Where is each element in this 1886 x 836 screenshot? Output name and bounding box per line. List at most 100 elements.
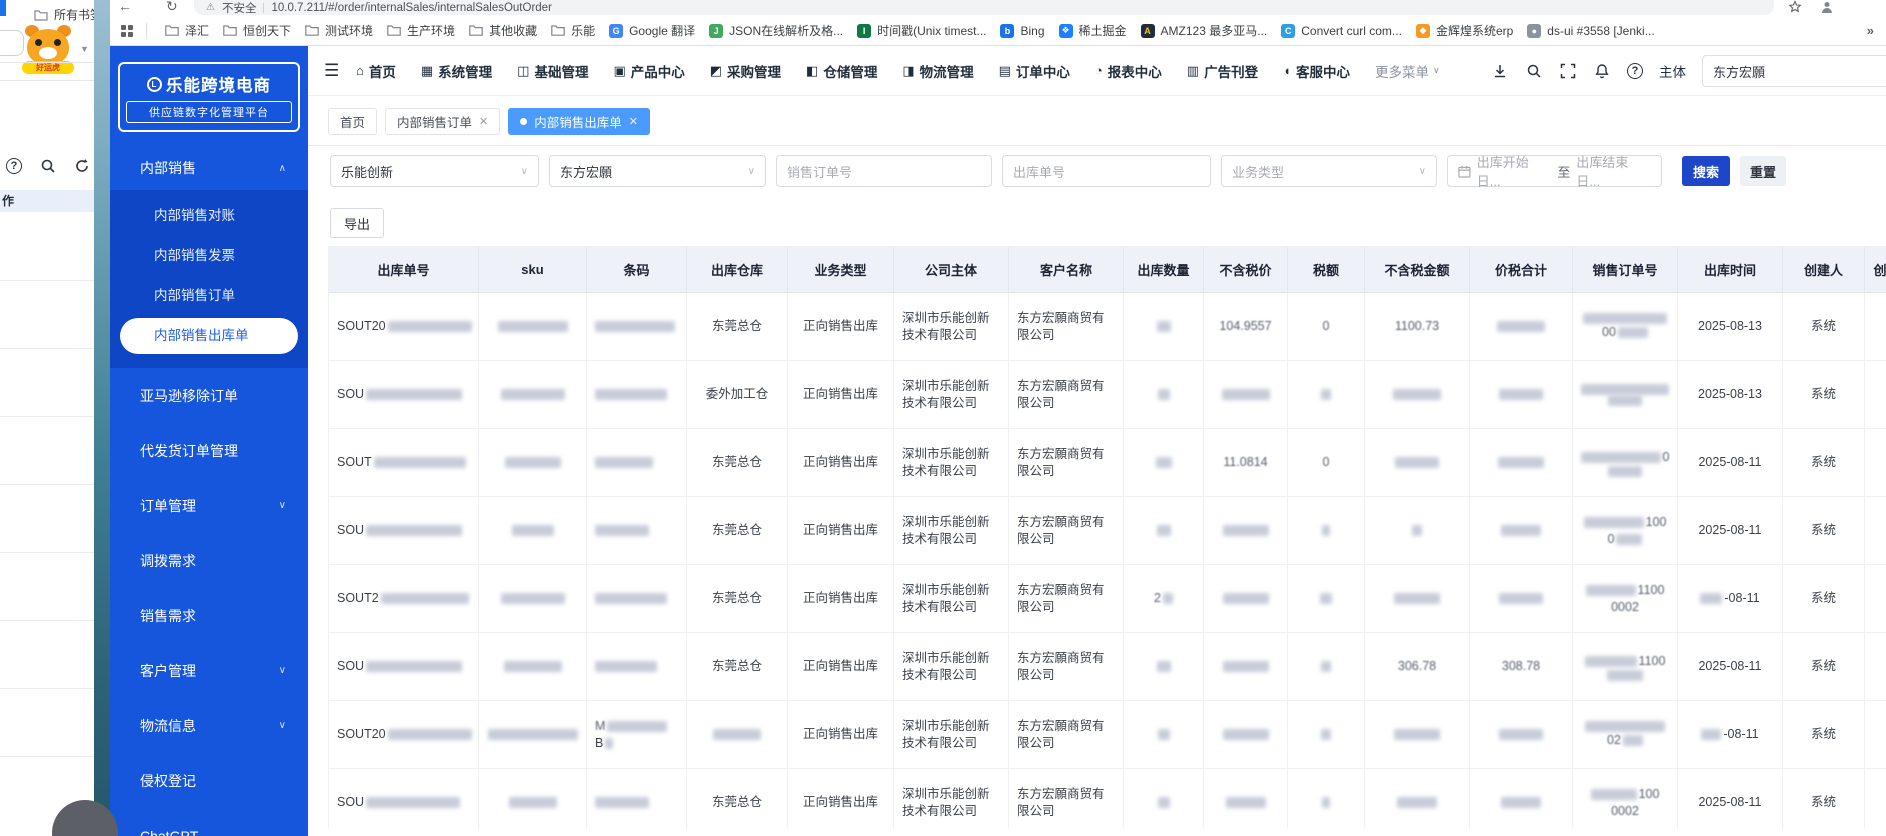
nav-item-报表中心[interactable]: ◔ 报表中心 xyxy=(1095,61,1162,81)
table-cell-comp: 深圳市乐能创新技术有限公司 xyxy=(894,701,1009,769)
sidebar-item-内部销售出库单[interactable]: 内部销售出库单 xyxy=(120,318,298,354)
sidebar-item-销售需求[interactable]: 销售需求 xyxy=(110,588,308,643)
subject-label: 主体 xyxy=(1659,65,1686,80)
refresh-icon[interactable] xyxy=(74,158,90,174)
bookmark-item[interactable]: 生产环境 xyxy=(381,20,461,41)
tab-首页[interactable]: 首页 xyxy=(328,108,378,135)
nav-item-label: 系统管理 xyxy=(438,64,493,80)
bookmark-item[interactable]: G Google 翻译 xyxy=(603,20,701,41)
nav-item-广告刊登[interactable]: ▥ 广告刊登 xyxy=(1187,61,1258,81)
bookmark-item[interactable]: 其他收藏 xyxy=(463,20,543,41)
company-select[interactable]: 乐能创新 ∨ xyxy=(330,155,539,187)
notification-bell-icon[interactable] xyxy=(1593,62,1611,80)
table-row: SOU 东莞总仓 正向销售出库 深圳市乐能创新技术有限公司 东方宏願商贸有限公司 306.… xyxy=(329,633,1886,701)
subject-input[interactable]: 东方宏願 xyxy=(1702,55,1886,87)
nav-item-物流管理[interactable]: ◨ 物流管理 xyxy=(902,61,973,81)
bookmark-item[interactable]: ❖ 稀土掘金 xyxy=(1053,20,1133,41)
table-cell-cust: 东方宏願商贸有限公司 xyxy=(1009,293,1124,361)
sidebar-item-内部销售订单[interactable]: 内部销售订单 xyxy=(110,276,308,316)
sidebar-item-ChatGPT[interactable]: ChatGPT xyxy=(110,808,308,836)
sidebar-item-亚马逊移除订单[interactable]: 亚马逊移除订单 xyxy=(110,368,308,423)
bookmark-item[interactable]: ● ds-ui #3558 [Jenki... xyxy=(1521,22,1660,40)
bookmark-item[interactable]: 乐能 xyxy=(545,20,601,41)
sidebar-group-内部销售[interactable]: 内部销售 ∧ xyxy=(110,146,308,190)
sidebar-item-侵权登记[interactable]: 侵权登记 xyxy=(110,753,308,808)
nav-more-menu[interactable]: 更多菜单 ∨ xyxy=(1375,61,1440,81)
all-bookmarks[interactable]: 所有书签 xyxy=(34,6,96,23)
bookmark-item[interactable]: I 时间戳(Unix timest... xyxy=(851,20,992,41)
collapse-menu-icon[interactable]: ☰ xyxy=(324,61,339,81)
sidebar-item-调拨需求[interactable]: 调拨需求 xyxy=(110,533,308,588)
ads-publish-icon: ▥ xyxy=(1186,62,1200,78)
sidebar-item-订单管理[interactable]: 订单管理 ∨ xyxy=(110,478,308,533)
table-cell-creator: 系统 xyxy=(1783,293,1865,361)
table-cell-biz: 正向销售出库 xyxy=(788,769,894,828)
table-cell-tax: 0 xyxy=(1288,429,1365,497)
filter-bar: 乐能创新 ∨ 东方宏願 ∨ 销售订单号 出库单号 业务类型 ∨ 出库开始日...… xyxy=(330,155,1886,189)
bookmark-item[interactable]: 测试环境 xyxy=(299,20,379,41)
profile-icon[interactable] xyxy=(1820,0,1834,14)
table-cell-so: 100 0002 xyxy=(1573,769,1678,828)
nav-item-采购管理[interactable]: ◩ 采购管理 xyxy=(710,61,781,81)
help-icon[interactable]: ? xyxy=(1627,63,1643,79)
redacted-text xyxy=(595,525,649,536)
nav-item-首页[interactable]: ⌂ 首页 xyxy=(356,61,396,81)
bookmark-item[interactable]: 泽汇 xyxy=(159,20,215,41)
search-icon[interactable] xyxy=(40,158,56,174)
nav-item-仓储管理[interactable]: ◧ 仓储管理 xyxy=(806,61,877,81)
folder-icon xyxy=(551,25,565,36)
date-range-picker[interactable]: 出库开始日... 至 出库结束日... xyxy=(1447,155,1662,189)
table-cell-sku xyxy=(479,701,587,769)
nav-item-订单中心[interactable]: ▤ 订单中心 xyxy=(999,61,1070,81)
fullscreen-icon[interactable] xyxy=(1559,62,1577,80)
nav-item-系统管理[interactable]: ▦ 系统管理 xyxy=(421,61,492,81)
close-icon[interactable]: ✕ xyxy=(629,115,638,128)
sales-order-input[interactable]: 销售订单号 xyxy=(776,155,992,187)
bookmark-star-icon[interactable] xyxy=(1788,0,1802,14)
address-bar[interactable]: ⚠ 不安全 10.0.7.211/#/order/internalSales/i… xyxy=(194,0,1774,15)
table-cell-qty xyxy=(1124,293,1204,361)
reload-icon[interactable]: ↻ xyxy=(166,0,178,15)
customer-select[interactable]: 东方宏願 ∨ xyxy=(549,155,766,187)
bookmark-item[interactable]: ◆ 金辉煌系统erp xyxy=(1410,20,1519,41)
nav-item-产品中心[interactable]: ▣ 产品中心 xyxy=(613,61,684,81)
avatar-caret-icon[interactable]: ▼ xyxy=(80,44,89,54)
sidebar-item-内部销售对账[interactable]: 内部销售对账 xyxy=(110,196,308,236)
tab-内部销售订单[interactable]: 内部销售订单 ✕ xyxy=(385,108,501,135)
product-center-icon: ▣ xyxy=(613,62,626,78)
sidebar-item-代发货订单管理[interactable]: 代发货订单管理 xyxy=(110,423,308,478)
bookmark-item[interactable]: C Convert curl com... xyxy=(1275,22,1408,40)
bookmarks-overflow-icon[interactable]: » xyxy=(1867,23,1876,38)
bookmark-item[interactable]: b Bing xyxy=(994,22,1050,40)
table-cell-ctime: 202 xyxy=(1865,565,1886,633)
bookmark-item[interactable]: A AMZ123 最多亚马... xyxy=(1135,20,1274,41)
search-icon[interactable] xyxy=(1525,62,1543,80)
biz-type-select[interactable]: 业务类型 ∨ xyxy=(1221,155,1437,187)
out-order-input[interactable]: 出库单号 xyxy=(1002,155,1211,187)
table-cell-sku xyxy=(479,565,587,633)
bookmark-item[interactable]: J JSON在线解析及格... xyxy=(703,20,849,41)
redacted-text xyxy=(1221,389,1270,400)
close-icon[interactable]: ✕ xyxy=(479,115,488,128)
table-cell-amt xyxy=(1365,429,1470,497)
avatar[interactable]: 好运虎 xyxy=(22,25,74,77)
help-icon[interactable]: ? xyxy=(6,158,22,174)
juejin-icon: ❖ xyxy=(1058,23,1073,38)
export-button[interactable]: 导出 xyxy=(330,208,385,238)
table-cell-biz: 正向销售出库 xyxy=(788,293,894,361)
sidebar-item-客户管理[interactable]: 客户管理 ∨ xyxy=(110,643,308,698)
nav-item-客服中心[interactable]: ◖ 客服中心 xyxy=(1283,61,1350,81)
tab-内部销售出库单[interactable]: 内部销售出库单 ✕ xyxy=(508,108,650,135)
search-button[interactable]: 搜索 xyxy=(1682,156,1730,186)
reset-button[interactable]: 重置 xyxy=(1740,156,1786,186)
back-icon[interactable]: ← xyxy=(118,0,132,14)
sidebar-item-物流信息[interactable]: 物流信息 ∨ xyxy=(110,698,308,753)
table-cell-price: 11.0814 xyxy=(1204,429,1288,497)
apps-grid-icon[interactable] xyxy=(120,24,134,38)
chevron-down-icon: ∨ xyxy=(278,665,286,676)
sidebar-item-内部销售发票[interactable]: 内部销售发票 xyxy=(110,236,308,276)
nav-item-基础管理[interactable]: ◫ 基础管理 xyxy=(517,61,588,81)
bookmark-item[interactable]: 恒创天下 xyxy=(217,20,297,41)
download-icon[interactable] xyxy=(1491,62,1509,80)
table-cell-id: SOU xyxy=(329,769,479,828)
